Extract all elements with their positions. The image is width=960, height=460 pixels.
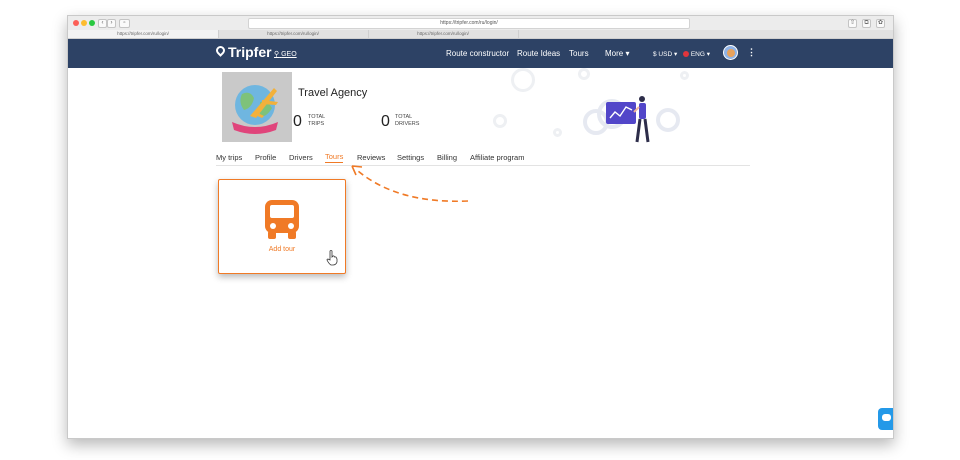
sidebar-icon[interactable]: ▫ bbox=[119, 19, 130, 28]
total-drivers-label: TOTAL DRIVERS bbox=[395, 114, 419, 128]
tab-profile[interactable]: Profile bbox=[255, 153, 276, 162]
close-window-icon[interactable] bbox=[73, 20, 79, 26]
extension-icon[interactable]: ✿ bbox=[876, 19, 885, 28]
stat-label-line: TRIPS bbox=[308, 121, 325, 127]
share-icon[interactable]: ⇧ bbox=[848, 19, 857, 28]
browser-toolbar: ‹ › ▫ https://tripfer.com/ru/login/ ⇧ ⧉ … bbox=[68, 16, 893, 31]
agency-name: Travel Agency bbox=[298, 87, 368, 99]
browser-window: ‹ › ▫ https://tripfer.com/ru/login/ ⇧ ⧉ … bbox=[67, 15, 894, 439]
globe-airplane-icon bbox=[232, 85, 278, 134]
top-navbar: Tripfer ⚲ GEO Route constructor Route Id… bbox=[68, 39, 893, 68]
decor-circle bbox=[680, 71, 689, 80]
brand-name: Tripfer bbox=[228, 44, 272, 60]
annotation-arrow bbox=[351, 165, 469, 203]
agency-logo-image bbox=[222, 72, 292, 142]
stat-label-line: TOTAL bbox=[308, 114, 326, 120]
browser-tab[interactable]: https://tripfer.com/ru/login/ bbox=[368, 30, 519, 38]
browser-tab-strip: https://tripfer.com/ru/login/ https://tr… bbox=[68, 30, 893, 39]
add-tour-card[interactable]: Add tour bbox=[218, 179, 346, 274]
minimize-window-icon[interactable] bbox=[81, 20, 87, 26]
nav-tours[interactable]: Tours bbox=[569, 49, 589, 58]
profile-tabs: My trips Profile Drivers Tours Reviews S… bbox=[216, 149, 750, 166]
decor-circle bbox=[553, 128, 562, 137]
maximize-window-icon[interactable] bbox=[89, 20, 95, 26]
stat-label-line: DRIVERS bbox=[395, 121, 420, 127]
browser-tab-label: https://tripfer.com/ru/login/ bbox=[267, 31, 319, 36]
back-icon[interactable]: ‹ bbox=[98, 19, 107, 28]
stat-label-line: TOTAL bbox=[395, 114, 413, 120]
presenter-illustration bbox=[583, 96, 680, 143]
decor-circle bbox=[511, 68, 535, 92]
language-selector[interactable]: ENG ▾ bbox=[683, 50, 710, 58]
total-trips-label: TOTAL TRIPS bbox=[308, 114, 325, 128]
hand-pointer-icon bbox=[326, 250, 338, 266]
total-trips-count: 0 bbox=[293, 113, 302, 130]
user-avatar[interactable] bbox=[723, 45, 738, 60]
tab-my-trips[interactable]: My trips bbox=[216, 153, 242, 162]
url-text: https://tripfer.com/ru/login/ bbox=[440, 20, 498, 26]
decor-circle bbox=[493, 114, 507, 128]
address-bar[interactable]: https://tripfer.com/ru/login/ bbox=[248, 18, 690, 29]
tab-affiliate-program[interactable]: Affiliate program bbox=[470, 153, 524, 162]
browser-tab-label: https://tripfer.com/ru/login/ bbox=[117, 31, 169, 36]
total-drivers-count: 0 bbox=[381, 113, 390, 130]
kebab-menu-icon[interactable]: ⋮ bbox=[747, 47, 756, 58]
chat-widget-button[interactable] bbox=[878, 408, 893, 430]
decor-circle bbox=[578, 68, 590, 80]
browser-tab-label: https://tripfer.com/ru/login/ bbox=[417, 31, 469, 36]
tab-drivers[interactable]: Drivers bbox=[289, 153, 313, 162]
nav-route-ideas[interactable]: Route Ideas bbox=[517, 49, 560, 58]
bus-icon bbox=[265, 200, 299, 239]
location-pin-icon: ⚲ bbox=[274, 51, 280, 58]
currency-selector[interactable]: $ USD ▾ bbox=[653, 50, 677, 58]
nav-more-dropdown[interactable]: More ▾ bbox=[605, 49, 629, 58]
nav-route-constructor[interactable]: Route constructor bbox=[446, 49, 509, 58]
language-label: ENG ▾ bbox=[690, 51, 710, 58]
browser-tab[interactable]: https://tripfer.com/ru/login/ bbox=[218, 30, 369, 38]
location-pin-icon bbox=[214, 44, 227, 57]
tabs-overview-icon[interactable]: ⧉ bbox=[862, 19, 871, 28]
chat-icon bbox=[882, 414, 891, 421]
location-label: GEO bbox=[281, 51, 297, 58]
flag-icon bbox=[683, 51, 689, 57]
location-selector[interactable]: ⚲ GEO bbox=[274, 50, 297, 58]
browser-tab[interactable]: https://tripfer.com/ru/login/ bbox=[68, 30, 219, 38]
forward-icon[interactable]: › bbox=[107, 19, 116, 28]
